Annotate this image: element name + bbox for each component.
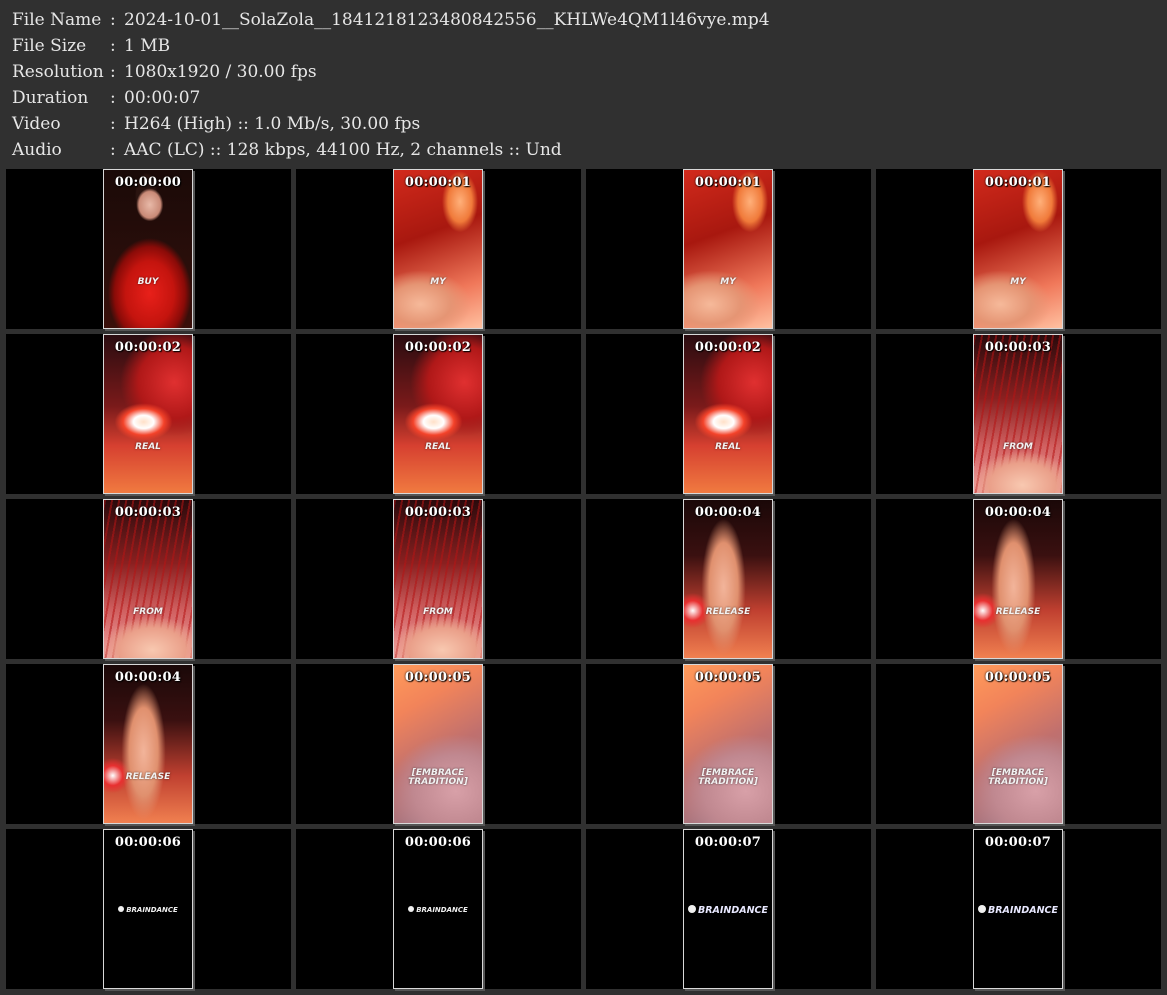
video-frame-thumbnail: 00:00:04 RELEASE: [973, 499, 1063, 659]
frame-timestamp: 00:00:05: [694, 670, 762, 685]
frame-caption: [EMBRACE TRADITION]: [408, 768, 468, 787]
thumbnail-cell[interactable]: 00:00:04 RELEASE: [6, 664, 291, 824]
frame-timestamp: 00:00:04: [114, 670, 182, 685]
contact-sheet: File Name:2024-10-01__SolaZola__18412181…: [0, 0, 1167, 995]
frame-caption: MY: [1010, 277, 1026, 287]
thumbnail-cell[interactable]: 00:00:03 FROM: [876, 334, 1161, 494]
frame-timestamp: 00:00:03: [984, 340, 1052, 355]
thumbnail-cell[interactable]: 00:00:05 [EMBRACE TRADITION]: [296, 664, 581, 824]
braindance-mark-icon: [977, 905, 986, 913]
video-frame-thumbnail: 00:00:04 RELEASE: [683, 499, 773, 659]
video-frame-thumbnail: 00:00:01 MY: [683, 169, 773, 329]
frame-caption: BUY: [137, 277, 159, 287]
braindance-mark-icon: [687, 905, 696, 913]
frame-timestamp: 00:00:06: [404, 835, 472, 850]
braindance-mark-icon: [408, 906, 415, 912]
thumbnail-cell[interactable]: 00:00:04 RELEASE: [586, 499, 871, 659]
thumbnail-cell[interactable]: 00:00:02 REAL: [586, 334, 871, 494]
frame-timestamp: 00:00:07: [984, 835, 1052, 850]
frame-timestamp: 00:00:04: [694, 505, 762, 520]
video-frame-thumbnail: 00:00:02 REAL: [683, 334, 773, 494]
braindance-mark-icon: [118, 906, 125, 912]
frame-caption: [EMBRACE TRADITION]: [698, 768, 758, 787]
video-frame-thumbnail: 00:00:03 FROM: [393, 499, 483, 659]
video-frame-thumbnail: 00:00:06 BRAINDANCE: [103, 829, 193, 989]
video-frame-thumbnail: 00:00:04 RELEASE: [103, 664, 193, 824]
video-frame-thumbnail: 00:00:01 MY: [973, 169, 1063, 329]
video-frame-thumbnail: 00:00:07 BRAINDANCE: [683, 829, 773, 989]
video-frame-thumbnail: 00:00:01 MY: [393, 169, 483, 329]
frame-timestamp: 00:00:02: [694, 340, 762, 355]
frame-timestamp: 00:00:02: [404, 340, 472, 355]
frame-caption: FROM: [133, 607, 163, 617]
frame-caption: MY: [720, 277, 736, 287]
frame-caption: REAL: [715, 442, 741, 452]
thumbnail-cell[interactable]: 00:00:03 FROM: [6, 499, 291, 659]
video-frame-thumbnail: 00:00:02 REAL: [103, 334, 193, 494]
braindance-logo: BRAINDANCE: [104, 906, 192, 914]
frame-caption: FROM: [1003, 442, 1033, 452]
video-frame-thumbnail: 00:00:00 BUY: [103, 169, 193, 329]
braindance-logo: BRAINDANCE: [394, 906, 482, 914]
thumbnail-grid: 00:00:00 BUY 00:00:01 MY 00:00:01 MY 00:00:01 M…: [0, 0, 1167, 995]
thumbnail-cell[interactable]: 00:00:03 FROM: [296, 499, 581, 659]
braindance-logo: BRAINDANCE: [974, 905, 1062, 916]
thumbnail-cell[interactable]: 00:00:02 REAL: [296, 334, 581, 494]
frame-timestamp: 00:00:01: [404, 175, 472, 190]
frame-timestamp: 00:00:02: [114, 340, 182, 355]
frame-caption: REAL: [135, 442, 161, 452]
frame-timestamp: 00:00:01: [984, 175, 1052, 190]
frame-timestamp: 00:00:00: [114, 175, 182, 190]
thumbnail-cell[interactable]: 00:00:04 RELEASE: [876, 499, 1161, 659]
frame-caption: FROM: [423, 607, 453, 617]
thumbnail-cell[interactable]: 00:00:01 MY: [296, 169, 581, 329]
video-frame-thumbnail: 00:00:05 [EMBRACE TRADITION]: [393, 664, 483, 824]
thumbnail-cell[interactable]: 00:00:05 [EMBRACE TRADITION]: [586, 664, 871, 824]
frame-timestamp: 00:00:04: [984, 505, 1052, 520]
frame-caption: RELEASE: [995, 607, 1041, 617]
frame-caption: [EMBRACE TRADITION]: [988, 768, 1048, 787]
thumbnail-cell[interactable]: 00:00:05 [EMBRACE TRADITION]: [876, 664, 1161, 824]
video-frame-thumbnail: 00:00:02 REAL: [393, 334, 483, 494]
video-frame-thumbnail: 00:00:07 BRAINDANCE: [973, 829, 1063, 989]
thumbnail-cell[interactable]: 00:00:07 BRAINDANCE: [586, 829, 871, 989]
video-frame-thumbnail: 00:00:05 [EMBRACE TRADITION]: [973, 664, 1063, 824]
frame-caption: MY: [430, 277, 446, 287]
frame-caption: RELEASE: [125, 772, 171, 782]
frame-timestamp: 00:00:03: [404, 505, 472, 520]
frame-caption: REAL: [425, 442, 451, 452]
frame-timestamp: 00:00:07: [694, 835, 762, 850]
frame-timestamp: 00:00:05: [984, 670, 1052, 685]
thumbnail-cell[interactable]: 00:00:01 MY: [586, 169, 871, 329]
thumbnail-cell[interactable]: 00:00:02 REAL: [6, 334, 291, 494]
video-frame-thumbnail: 00:00:03 FROM: [973, 334, 1063, 494]
video-frame-thumbnail: 00:00:06 BRAINDANCE: [393, 829, 483, 989]
frame-timestamp: 00:00:06: [114, 835, 182, 850]
frame-timestamp: 00:00:05: [404, 670, 472, 685]
video-frame-thumbnail: 00:00:05 [EMBRACE TRADITION]: [683, 664, 773, 824]
frame-timestamp: 00:00:01: [694, 175, 762, 190]
frame-timestamp: 00:00:03: [114, 505, 182, 520]
thumbnail-cell[interactable]: 00:00:00 BUY: [6, 169, 291, 329]
braindance-logo: BRAINDANCE: [684, 905, 772, 916]
thumbnail-cell[interactable]: 00:00:07 BRAINDANCE: [876, 829, 1161, 989]
video-frame-thumbnail: 00:00:03 FROM: [103, 499, 193, 659]
thumbnail-cell[interactable]: 00:00:06 BRAINDANCE: [296, 829, 581, 989]
thumbnail-cell[interactable]: 00:00:06 BRAINDANCE: [6, 829, 291, 989]
thumbnail-cell[interactable]: 00:00:01 MY: [876, 169, 1161, 329]
frame-caption: RELEASE: [705, 607, 751, 617]
